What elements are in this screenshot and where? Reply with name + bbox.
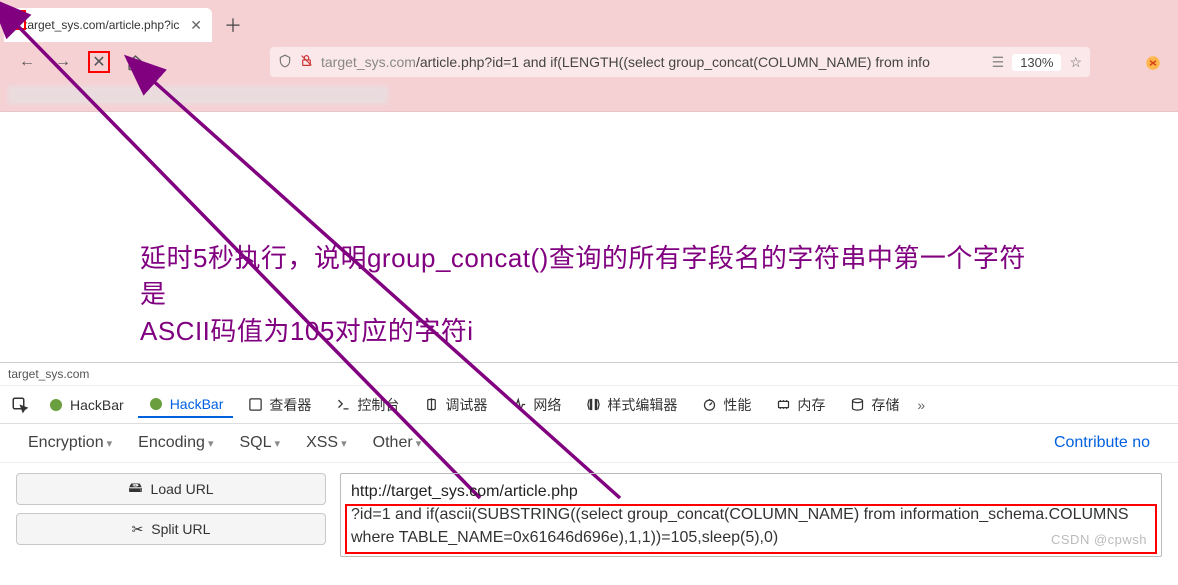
annotation-line1: 延时5秒执行，说明group_concat()查询的所有字段名的字符串中第一个字… <box>140 240 1040 313</box>
tab-debugger[interactable]: 调试器 <box>413 391 497 419</box>
split-icon: ✂ <box>132 521 144 538</box>
hackbar-url-input[interactable]: http://target_sys.com/article.php ?id=1 … <box>340 473 1162 557</box>
browser-chrome: target_sys.com/article.php?ic ✕ ＋ ← → ✕ … <box>0 0 1178 112</box>
tabs-row: target_sys.com/article.php?ic ✕ ＋ <box>0 0 1178 42</box>
menu-encoding[interactable]: Encoding <box>138 434 213 452</box>
inspector-icon <box>247 397 263 413</box>
menu-sql[interactable]: SQL <box>239 434 280 452</box>
reader-icon[interactable]: ☰ <box>992 54 1005 71</box>
extension-icon[interactable] <box>1142 52 1164 74</box>
browser-tab[interactable]: target_sys.com/article.php?ic ✕ <box>4 8 212 42</box>
loading-indicator-box <box>6 10 26 30</box>
annotation-line2: ASCII码值为105对应的字符i <box>140 313 1040 349</box>
perf-icon <box>701 397 717 413</box>
load-icon: 🖴 <box>128 477 142 501</box>
page-content: 延时5秒执行，说明group_concat()查询的所有字段名的字符串中第一个字… <box>0 112 1178 362</box>
menu-encryption[interactable]: Encryption <box>28 434 112 452</box>
tab-performance[interactable]: 性能 <box>691 391 761 419</box>
hackbar-icon <box>48 397 64 413</box>
tab-title: target_sys.com/article.php?ic <box>24 18 179 32</box>
devtools-more-icon[interactable]: » <box>917 397 925 413</box>
network-icon <box>511 397 527 413</box>
zoom-level[interactable]: 130% <box>1012 54 1061 71</box>
menu-xss[interactable]: XSS <box>306 434 347 452</box>
debugger-icon <box>423 397 439 413</box>
tab-memory[interactable]: 内存 <box>765 391 835 419</box>
console-icon <box>335 397 351 413</box>
element-picker-icon[interactable] <box>6 396 34 414</box>
tab-hackbar-1[interactable]: HackBar <box>38 393 134 417</box>
tracking-shield-icon[interactable] <box>278 54 292 71</box>
menu-other[interactable]: Other <box>373 434 422 452</box>
stop-reload-button[interactable]: ✕ <box>88 51 110 73</box>
bookmark-star-icon[interactable]: ☆ <box>1069 54 1082 71</box>
tab-inspector[interactable]: 查看器 <box>237 391 321 419</box>
blurred-toolbar <box>8 86 388 104</box>
storage-icon <box>849 397 865 413</box>
hackbar-buttons-col: 🖴 Load URL ✂ Split URL <box>16 473 326 557</box>
url-text: target_sys.com/article.php?id=1 and if(L… <box>321 54 984 70</box>
toolbar-row: ← → ✕ target_sys.com/article.php?id=1 an… <box>0 42 1178 82</box>
insecure-lock-icon[interactable] <box>300 54 313 70</box>
devtools-context[interactable]: target_sys.com <box>0 363 1178 386</box>
tab-hackbar-2[interactable]: HackBar <box>138 392 234 418</box>
style-icon <box>585 397 601 413</box>
url-line2: ?id=1 and if(ascii(SUBSTRING((select gro… <box>351 503 1151 549</box>
tab-network[interactable]: 网络 <box>501 391 571 419</box>
annotation-text: 延时5秒执行，说明group_concat()查询的所有字段名的字符串中第一个字… <box>140 240 1040 349</box>
contribute-link[interactable]: Contribute no <box>1054 434 1150 452</box>
url-line1: http://target_sys.com/article.php <box>351 480 1151 503</box>
address-bar[interactable]: target_sys.com/article.php?id=1 and if(L… <box>270 47 1090 77</box>
hackbar-menu: Encryption Encoding SQL XSS Other Contri… <box>0 424 1178 463</box>
watermark: CSDN @cpwsh <box>1051 531 1147 550</box>
hackbar-icon <box>148 396 164 412</box>
close-tab-button[interactable]: ✕ <box>190 17 202 34</box>
memory-icon <box>775 397 791 413</box>
load-url-button[interactable]: 🖴 Load URL <box>16 473 326 505</box>
tab-style-editor[interactable]: 样式编辑器 <box>575 391 687 419</box>
devtools-tabs: HackBar HackBar 查看器 控制台 调试器 网络 样式编辑器 性能 <box>0 386 1178 424</box>
back-button[interactable]: ← <box>16 51 38 73</box>
home-button[interactable] <box>124 51 146 73</box>
tab-storage[interactable]: 存储 <box>839 391 909 419</box>
split-url-button[interactable]: ✂ Split URL <box>16 513 326 545</box>
devtools-panel: target_sys.com HackBar HackBar 查看器 控制台 调… <box>0 362 1178 567</box>
forward-button[interactable]: → <box>52 51 74 73</box>
hackbar-body: 🖴 Load URL ✂ Split URL http://target_sys… <box>0 463 1178 567</box>
new-tab-button[interactable]: ＋ <box>218 10 248 40</box>
tab-console[interactable]: 控制台 <box>325 391 409 419</box>
